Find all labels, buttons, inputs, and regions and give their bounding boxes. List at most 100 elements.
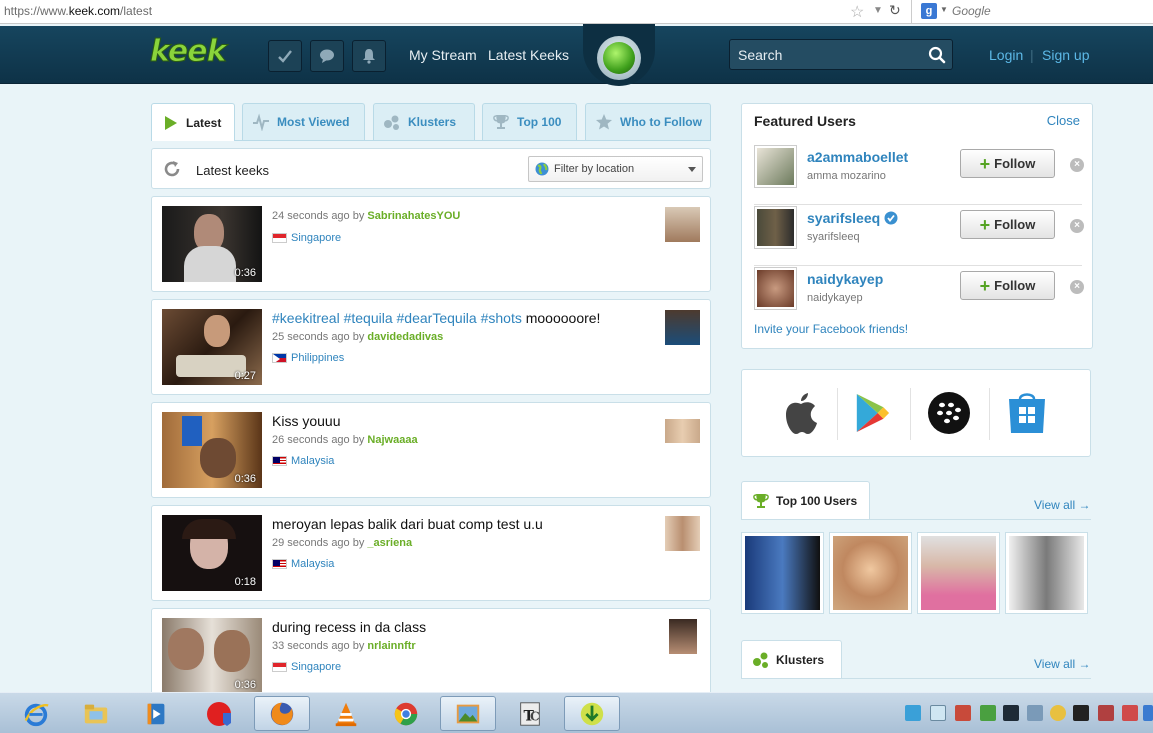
photo-viewer-icon[interactable]	[440, 696, 496, 731]
tray-clock-icon[interactable]	[1050, 705, 1066, 721]
tab-top-100-users[interactable]: Top 100 Users	[741, 481, 870, 519]
url-domain: keek.com	[68, 4, 121, 18]
notifications-button[interactable]	[352, 40, 386, 72]
close-featured-link[interactable]: Close	[1047, 113, 1080, 128]
tray-volume-icon[interactable]	[1143, 705, 1153, 721]
follow-button[interactable]: + Follow	[960, 149, 1055, 178]
signup-link[interactable]: Sign up	[1042, 47, 1089, 63]
keek-item[interactable]: 0:36 24 seconds ago by SabrinahatesYOU S…	[151, 196, 711, 292]
app-downloads-panel	[741, 369, 1091, 457]
tray-tools-icon[interactable]	[1098, 705, 1114, 721]
reload-icon[interactable]: ↻	[889, 2, 901, 19]
keek-logo[interactable]: keek	[150, 34, 228, 70]
tab-top-100[interactable]: Top 100	[482, 103, 577, 140]
top-user-avatar[interactable]	[917, 532, 1000, 614]
keek-location[interactable]: Malaysia	[272, 455, 334, 467]
history-dropdown-icon[interactable]: ▼	[873, 5, 883, 16]
tray-app-icon[interactable]	[955, 705, 971, 721]
record-keek-button[interactable]	[583, 24, 655, 86]
top-user-avatar[interactable]	[1005, 532, 1088, 614]
nav-my-stream[interactable]: My Stream	[409, 47, 477, 63]
keek-user-avatar[interactable]	[665, 207, 700, 242]
tray-monitor-icon[interactable]	[930, 705, 946, 721]
tray-badge-icon[interactable]	[1073, 705, 1089, 721]
keek-username-link[interactable]: davidedadivas	[367, 331, 443, 343]
refresh-icon[interactable]	[162, 159, 182, 179]
media-player-icon[interactable]	[128, 696, 184, 731]
file-explorer-icon[interactable]	[68, 696, 124, 731]
keek-location[interactable]: Malaysia	[272, 558, 334, 570]
apple-icon[interactable]	[778, 390, 824, 436]
download-manager-icon[interactable]	[564, 696, 620, 731]
tab-who-to-follow[interactable]: Who to Follow	[585, 103, 711, 140]
login-link[interactable]: Login	[989, 47, 1023, 63]
keek-username-link[interactable]: Najwaaaa	[367, 434, 417, 446]
search-engine-dropdown-icon[interactable]: ▼	[940, 5, 948, 14]
tab-klusters-section[interactable]: Klusters	[741, 640, 842, 678]
bookmark-star-icon[interactable]: ☆	[850, 2, 864, 22]
search-input[interactable]	[738, 47, 918, 63]
dismiss-icon[interactable]: ×	[1070, 280, 1084, 294]
windows-store-icon[interactable]	[1004, 390, 1050, 436]
avatar[interactable]	[754, 206, 797, 249]
address-bar[interactable]: https://www.keek.com/latest	[4, 4, 152, 18]
keek-item[interactable]: 0:27 #keekitreal #tequila #dearTequila #…	[151, 299, 711, 395]
keek-item[interactable]: 0:18 meroyan lepas balik dari buat comp …	[151, 505, 711, 601]
avatar[interactable]	[754, 267, 797, 310]
dismiss-icon[interactable]: ×	[1070, 219, 1084, 233]
keek-user-avatar[interactable]	[665, 310, 700, 345]
keek-video-thumbnail[interactable]: 0:36	[162, 618, 262, 694]
nav-latest-keeks[interactable]: Latest Keeks	[488, 47, 569, 63]
keek-username-link[interactable]: nrlainnftr	[367, 640, 415, 652]
tray-update-icon[interactable]	[980, 705, 996, 721]
blackberry-icon[interactable]	[926, 390, 972, 436]
google-play-icon[interactable]	[849, 390, 895, 436]
keek-location[interactable]: Singapore	[272, 232, 341, 244]
keek-user-avatar[interactable]	[665, 419, 700, 443]
keek-user-avatar[interactable]	[669, 619, 697, 654]
keek-video-thumbnail[interactable]: 0:27	[162, 309, 262, 385]
tab-most-viewed[interactable]: Most Viewed	[242, 103, 365, 140]
chrome-icon[interactable]	[378, 696, 434, 731]
keek-username-link[interactable]: _asriena	[367, 537, 412, 549]
keek-location[interactable]: Singapore	[272, 661, 341, 673]
featured-username-link[interactable]: naidykayep	[807, 271, 883, 287]
vlc-icon[interactable]	[318, 696, 374, 731]
keek-item[interactable]: 0:36 Kiss youuu 26 seconds ago by Najwaa…	[151, 402, 711, 498]
keek-item[interactable]: 0:36 during recess in da class 33 second…	[151, 608, 711, 698]
tray-settings-icon[interactable]	[1027, 705, 1043, 721]
top-user-avatar[interactable]	[741, 532, 824, 614]
messages-button[interactable]	[310, 40, 344, 72]
browser-search-box[interactable]: g ▼ Google	[911, 0, 1153, 23]
browser-search-placeholder: Google	[952, 4, 991, 18]
keek-location[interactable]: Philippines	[272, 352, 344, 364]
keek-video-thumbnail[interactable]: 0:36	[162, 412, 262, 488]
featured-username-link[interactable]: syarifsleeq	[807, 210, 898, 226]
keek-user-avatar[interactable]	[665, 516, 700, 551]
tc-app-icon[interactable]: TC	[502, 696, 558, 731]
location-filter-select[interactable]: Filter by location	[528, 156, 703, 182]
avatar[interactable]	[754, 145, 797, 188]
firefox-icon[interactable]	[254, 696, 310, 731]
tray-security-icon[interactable]	[1122, 705, 1138, 721]
klusters-view-all-link[interactable]: View all →	[1034, 657, 1090, 671]
record-app-icon[interactable]	[192, 696, 248, 731]
search-icon[interactable]	[928, 46, 946, 64]
follow-button[interactable]: + Follow	[960, 271, 1055, 300]
top-user-avatar[interactable]	[829, 532, 912, 614]
checkmark-button[interactable]	[268, 40, 302, 72]
tab-klusters[interactable]: Klusters	[373, 103, 475, 140]
internet-explorer-icon[interactable]	[8, 696, 64, 731]
top-100-view-all-link[interactable]: View all →	[1034, 498, 1090, 512]
follow-button[interactable]: + Follow	[960, 210, 1055, 239]
keek-video-thumbnail[interactable]: 0:36	[162, 206, 262, 282]
keek-username-link[interactable]: SabrinahatesYOU	[367, 210, 460, 222]
tab-latest[interactable]: Latest	[151, 103, 235, 141]
invite-facebook-link[interactable]: Invite your Facebook friends!	[754, 322, 908, 336]
dismiss-icon[interactable]: ×	[1070, 158, 1084, 172]
featured-username-link[interactable]: a2ammaboellet	[807, 149, 908, 165]
keek-video-thumbnail[interactable]: 0:18	[162, 515, 262, 591]
keek-hashtags[interactable]: #keekitreal #tequila #dearTequila #shots	[272, 310, 522, 326]
tray-display-icon[interactable]	[1003, 705, 1019, 721]
tray-network-icon[interactable]	[905, 705, 921, 721]
